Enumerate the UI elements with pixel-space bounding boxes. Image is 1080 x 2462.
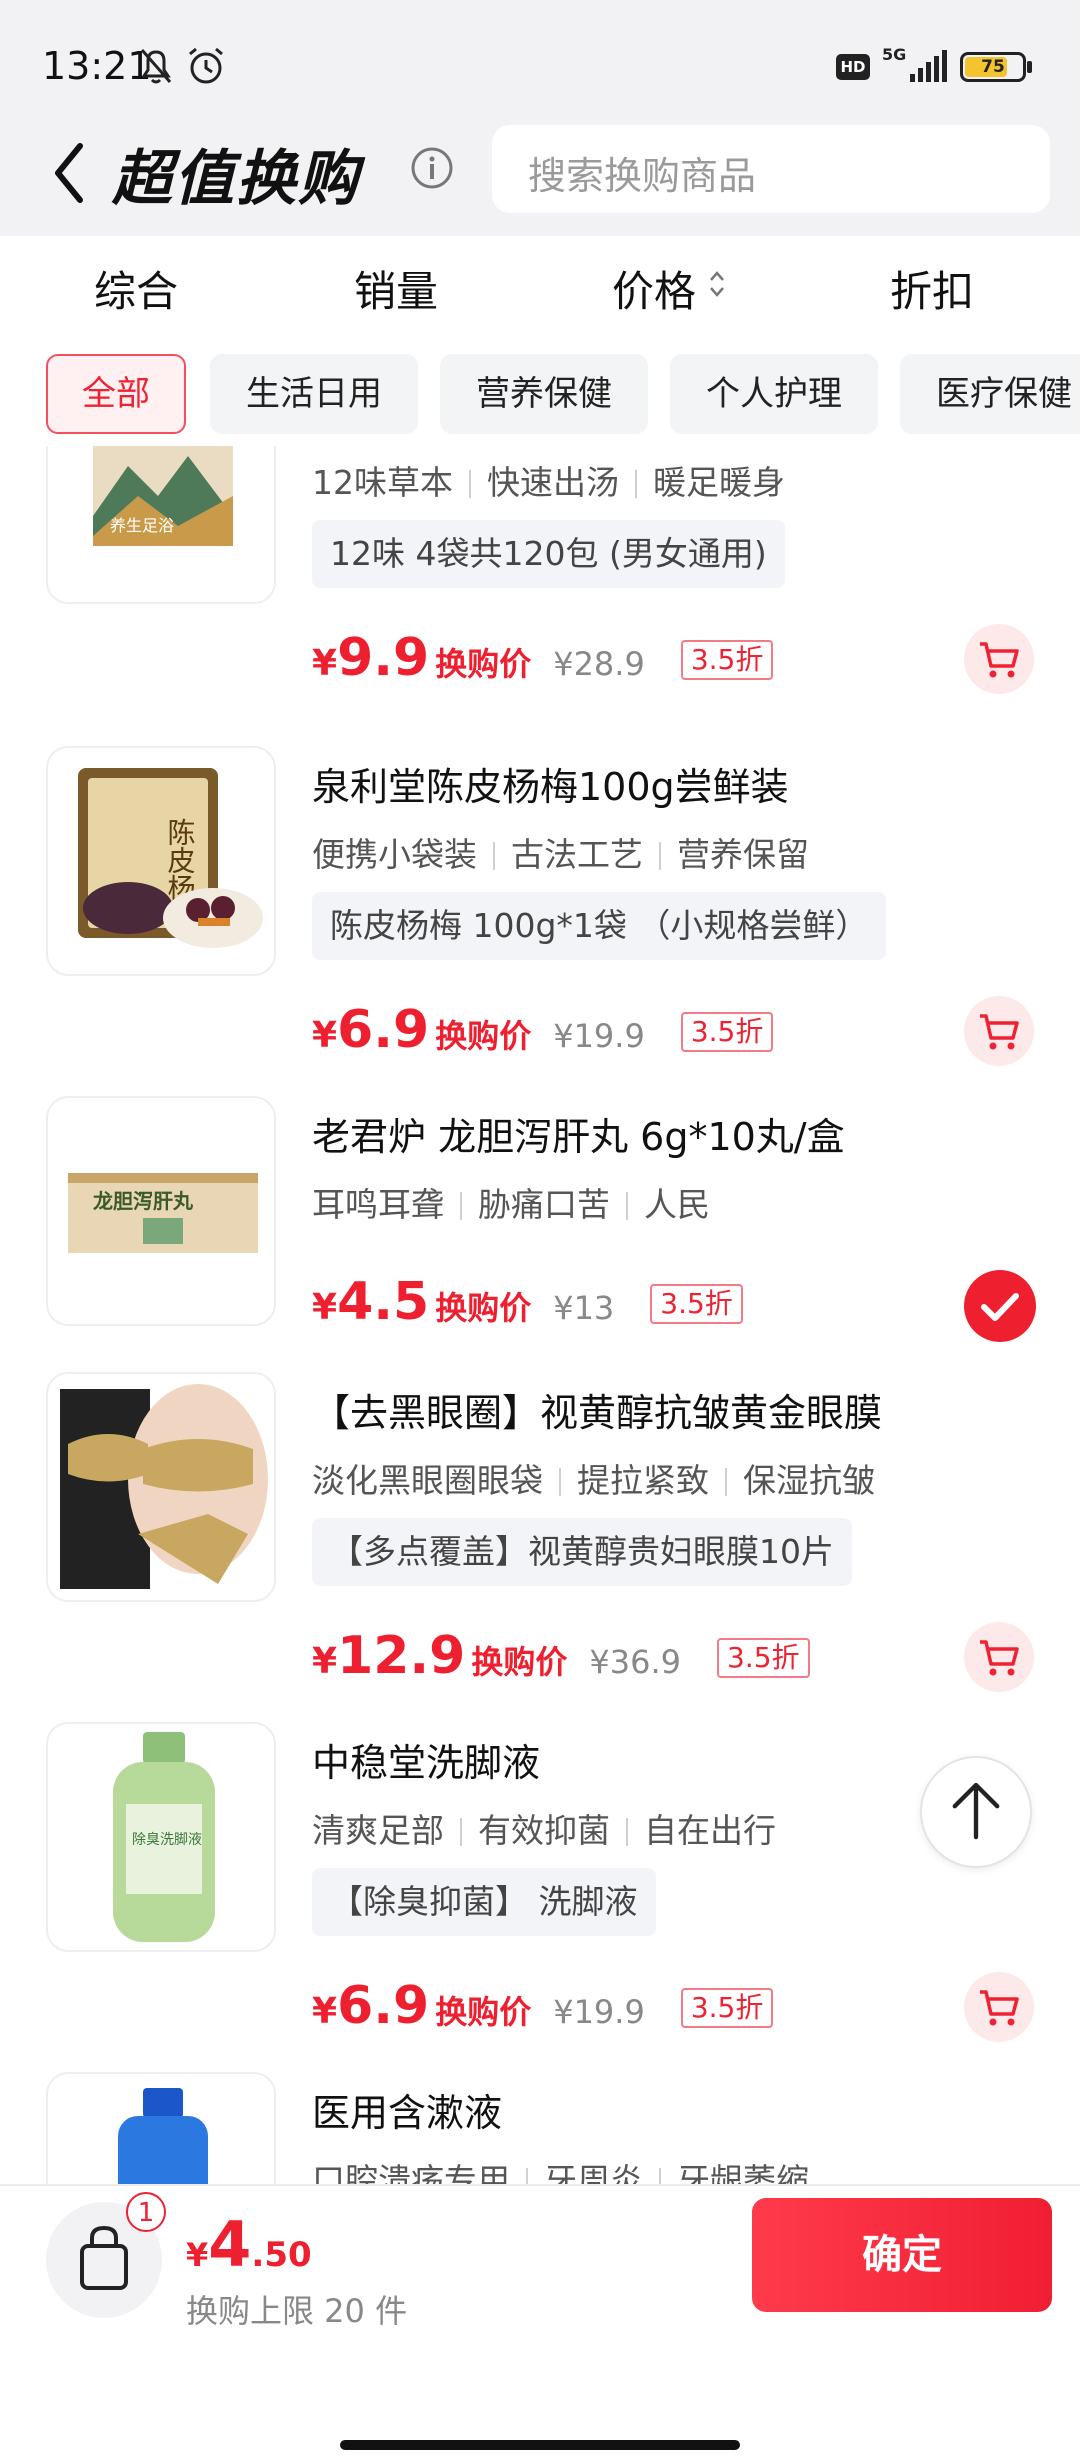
add-cart-icon[interactable] bbox=[964, 1972, 1034, 2042]
signal-icon: 5G bbox=[882, 45, 947, 82]
sort-toggle-icon[interactable] bbox=[707, 266, 727, 302]
product-spec[interactable]: 【除臭抑菌】 洗脚液 bbox=[312, 1868, 656, 1936]
product-item[interactable]: 除臭洗脚液 中稳堂洗脚液 清爽足部 有效抑菌 自在出行 【除臭抑菌】 洗脚液 ¥6.… bbox=[0, 1722, 1080, 2072]
product-item[interactable]: 养生足浴 12味草本 快速出汤 暖足暖身 12味 4袋共120包 (男女通用) ¥9… bbox=[0, 446, 1080, 724]
category-chips: 全部 生活日用 营养保健 个人护理 医疗保健 bbox=[0, 346, 1080, 446]
original-price: ¥36.9 bbox=[589, 1643, 681, 1681]
sort-tab-discount[interactable]: 折扣 bbox=[890, 258, 974, 319]
sort-tab-sales[interactable]: 销量 bbox=[354, 258, 438, 319]
selected-check-icon[interactable] bbox=[964, 1270, 1036, 1342]
product-thumbnail: 陈皮杨梅 bbox=[46, 746, 276, 976]
exchange-price: 4.5 bbox=[337, 1272, 430, 1332]
product-item[interactable]: 陈皮杨梅 泉利堂陈皮杨梅100g尝鲜装 便携小袋装 古法工艺 营养保留 陈皮杨梅 1… bbox=[0, 746, 1080, 1096]
search-input[interactable]: 搜索换购商品 bbox=[492, 125, 1050, 213]
battery-icon: 75 bbox=[960, 52, 1026, 82]
battery-cap bbox=[1027, 61, 1032, 73]
original-price: ¥19.9 bbox=[553, 1993, 645, 2031]
chip-daily-use[interactable]: 生活日用 bbox=[210, 354, 418, 434]
product-tags: 便携小袋装 古法工艺 营养保留 bbox=[312, 835, 809, 874]
discount-badge: 3.5折 bbox=[650, 1284, 743, 1324]
add-cart-icon[interactable] bbox=[964, 1622, 1034, 1692]
discount-badge: 3.5折 bbox=[680, 1012, 774, 1052]
price-line: ¥4.5 换购价 ¥13 3.5折 bbox=[312, 1272, 743, 1342]
original-price: ¥28.9 bbox=[553, 645, 645, 683]
chip-medical[interactable]: 医疗保健 bbox=[900, 354, 1080, 434]
total-price: ¥4.50 bbox=[186, 2208, 312, 2281]
network-type: 5G bbox=[882, 45, 906, 64]
discount-badge: 3.5折 bbox=[680, 1988, 774, 2028]
product-spec[interactable]: 12味 4袋共120包 (男女通用) bbox=[312, 520, 785, 588]
product-thumbnail: 养生足浴 bbox=[46, 446, 276, 604]
product-thumbnail: 除臭洗脚液 bbox=[46, 1722, 276, 1952]
product-name: 医用含漱液 bbox=[312, 2091, 503, 2135]
price-line: ¥6.9 换购价 ¥19.9 3.5折 bbox=[312, 1000, 774, 1070]
back-to-top-icon[interactable] bbox=[920, 1756, 1032, 1868]
mute-bell-icon bbox=[140, 49, 172, 84]
original-price: ¥13 bbox=[553, 1289, 615, 1327]
limit-text: 换购上限 20 件 bbox=[186, 2292, 408, 2330]
product-list: 养生足浴 12味草本 快速出汤 暖足暖身 12味 4袋共120包 (男女通用) ¥9… bbox=[0, 446, 1080, 2184]
exchange-price: 12.9 bbox=[337, 1626, 466, 1686]
alarm-icon bbox=[189, 47, 223, 84]
sort-bar: 综合 销量 价格 折扣 bbox=[0, 236, 1080, 346]
checkout-bar: 1 ¥4.50 换购上限 20 件 确定 bbox=[0, 2184, 1080, 2462]
battery-percent: 75 bbox=[981, 57, 1005, 77]
chip-nutrition[interactable]: 营养保健 bbox=[440, 354, 648, 434]
status-bar: 13:21 HD 5G 75 bbox=[0, 0, 1080, 130]
product-name: 老君炉 龙胆泻肝丸 6g*10丸/盒 bbox=[312, 1115, 845, 1159]
thumb-label: 龙胆泻肝丸 bbox=[93, 1189, 194, 1213]
product-thumbnail: 龙胆泻肝丸 bbox=[46, 1096, 276, 1326]
page-title: 超值换购 bbox=[112, 144, 360, 214]
product-thumbnail bbox=[46, 2072, 276, 2184]
add-cart-icon[interactable] bbox=[964, 624, 1034, 694]
price-line: ¥12.9 换购价 ¥36.9 3.5折 bbox=[312, 1626, 810, 1696]
product-tags: 耳鸣耳聋 胁痛口苦 人民 bbox=[312, 1185, 710, 1224]
cart-count-badge: 1 bbox=[126, 2192, 166, 2232]
home-indicator[interactable] bbox=[340, 2440, 740, 2450]
price-line: ¥9.9 换购价 ¥28.9 3.5折 bbox=[312, 628, 774, 698]
product-tags: 口腔溃疡专用 牙周炎 牙龈萎缩 bbox=[312, 2154, 809, 2184]
sort-tab-price[interactable]: 价格 bbox=[612, 258, 696, 319]
product-spec[interactable]: 陈皮杨梅 100g*1袋 （小规格尝鲜） bbox=[312, 892, 887, 960]
product-item[interactable]: 医用含漱液 口腔溃疡专用 牙周炎 牙龈萎缩 bbox=[0, 2072, 1080, 2184]
info-icon[interactable] bbox=[410, 146, 454, 190]
discount-badge: 3.5折 bbox=[717, 1638, 810, 1678]
product-tags: 淡化黑眼圈眼袋 提拉紧致 保湿抗皱 bbox=[312, 1461, 875, 1500]
sort-tab-comprehensive[interactable]: 综合 bbox=[94, 258, 178, 319]
product-tags: 清爽足部 有效抑菌 自在出行 bbox=[312, 1811, 776, 1850]
exchange-price: 6.9 bbox=[337, 1000, 430, 1060]
hd-indicator: HD bbox=[836, 54, 870, 80]
product-name: 【去黑眼圈】视黄醇抗皱黄金眼膜 bbox=[312, 1391, 883, 1435]
product-item[interactable]: 【去黑眼圈】视黄醇抗皱黄金眼膜 淡化黑眼圈眼袋 提拉紧致 保湿抗皱 【多点覆盖】视黄… bbox=[0, 1372, 1080, 1722]
price-line: ¥6.9 换购价 ¥19.9 3.5折 bbox=[312, 1976, 774, 2046]
product-name: 中稳堂洗脚液 bbox=[312, 1741, 541, 1785]
thumb-label: 养生足浴 bbox=[110, 516, 174, 535]
chip-all[interactable]: 全部 bbox=[46, 354, 186, 434]
product-spec[interactable]: 【多点覆盖】视黄醇贵妇眼膜10片 bbox=[312, 1518, 852, 1586]
back-arrow-icon[interactable] bbox=[46, 138, 96, 208]
confirm-button[interactable]: 确定 bbox=[752, 2198, 1052, 2312]
product-name: 泉利堂陈皮杨梅100g尝鲜装 bbox=[312, 765, 789, 809]
exchange-price: 9.9 bbox=[337, 628, 430, 688]
chip-personal-care[interactable]: 个人护理 bbox=[670, 354, 878, 434]
original-price: ¥19.9 bbox=[553, 1017, 645, 1055]
exchange-price: 6.9 bbox=[337, 1976, 430, 2036]
discount-badge: 3.5折 bbox=[680, 640, 774, 680]
top-header-area: 13:21 HD 5G 75 超值换购 搜索换购商品 bbox=[0, 0, 1080, 236]
add-cart-icon[interactable] bbox=[964, 996, 1034, 1066]
product-thumbnail bbox=[46, 1372, 276, 1602]
thumb-label: 除臭洗脚液 bbox=[132, 1832, 202, 1848]
search-placeholder: 搜索换购商品 bbox=[528, 154, 757, 198]
product-tags: 12味草本 快速出汤 暖足暖身 bbox=[312, 463, 785, 502]
